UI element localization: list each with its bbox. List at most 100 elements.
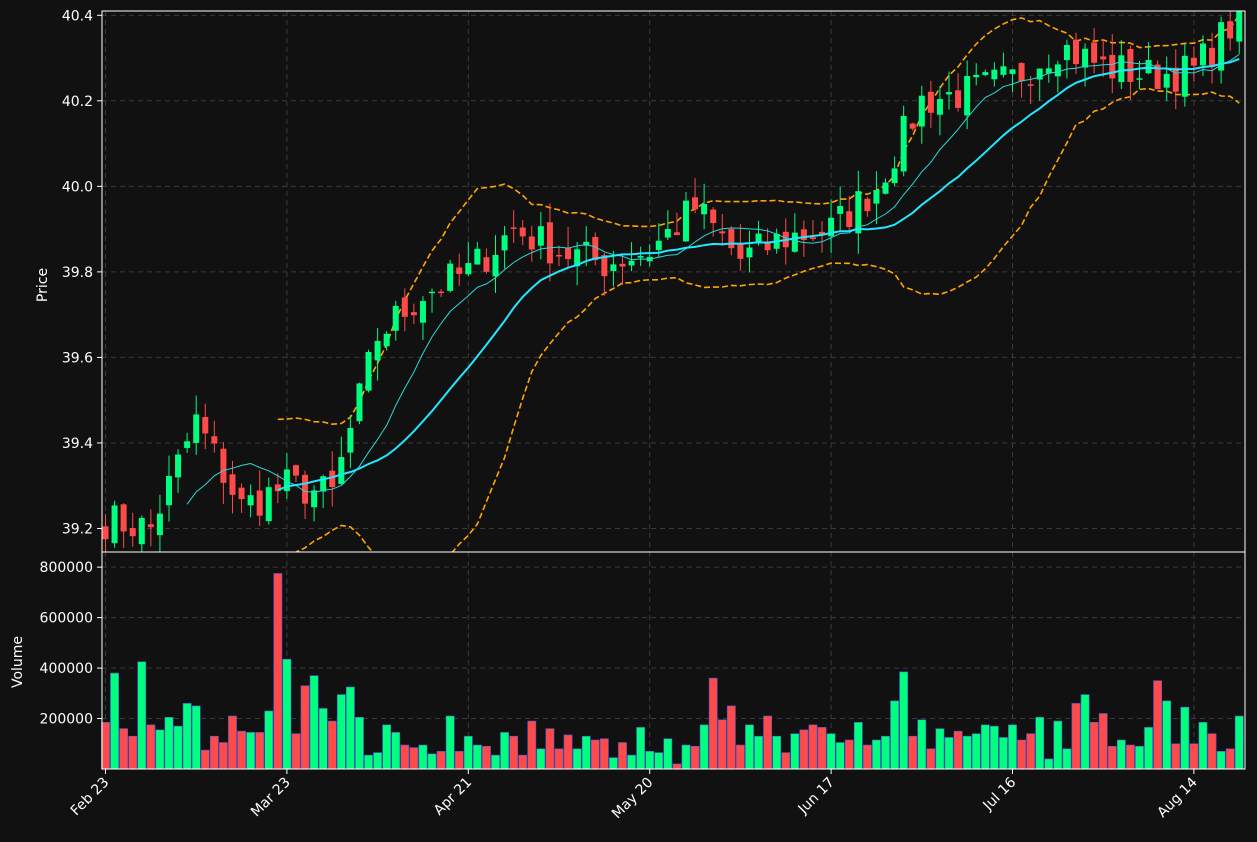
volume-bar (1225, 748, 1235, 770)
volume-bar (355, 716, 364, 770)
candle-body (1009, 69, 1016, 74)
volume-bar (862, 744, 872, 770)
volume-bar (745, 724, 754, 770)
candle-body (1082, 48, 1089, 68)
volume-bar (944, 737, 954, 770)
volume-bar (463, 735, 473, 770)
candle-body (129, 528, 136, 537)
candle-body (102, 526, 109, 540)
volume-axis-label: Volume (10, 636, 26, 688)
candle-body (193, 414, 200, 443)
volume-bar (1026, 733, 1036, 770)
volume-bar (246, 732, 256, 770)
candle-body (719, 231, 726, 234)
volume-bar (817, 727, 827, 770)
volume-bar (445, 715, 455, 770)
volume-bar (228, 715, 237, 770)
volume-bar (1089, 722, 1099, 770)
volume-bar (971, 733, 981, 770)
volume-bar (890, 700, 899, 770)
volume-bar (781, 752, 791, 770)
volume-bar (808, 724, 818, 770)
volume-bar (345, 686, 355, 770)
volume-bar (1044, 758, 1054, 770)
volume-bar (409, 747, 419, 770)
candle-body (1127, 49, 1134, 82)
candle-body (737, 244, 744, 259)
volume-bar (790, 733, 800, 770)
volume-bar (1234, 715, 1244, 770)
candle-body (483, 257, 490, 272)
candle-body (510, 227, 517, 229)
volume-bar (672, 763, 682, 770)
volume-bar (799, 729, 809, 770)
volume-bar (835, 742, 845, 770)
volume-bar (1162, 700, 1172, 770)
candle-body (456, 267, 463, 274)
candle-body (1136, 78, 1143, 80)
candle-body (120, 504, 127, 532)
volume-bar (518, 754, 528, 770)
candle-body (673, 232, 680, 236)
candle-body (383, 333, 390, 347)
candle-body (837, 206, 844, 214)
candle-body (247, 495, 254, 506)
volume-bar (872, 739, 881, 770)
volume-bar (300, 685, 310, 770)
volume-bar (146, 724, 156, 770)
volume-bar (853, 722, 863, 770)
volume-bar (454, 751, 464, 770)
candle-body (537, 226, 544, 246)
volume-bar (1198, 722, 1208, 770)
candle-body (410, 312, 417, 316)
volume-bar (772, 735, 782, 770)
price-ytick-label: 40.2 (62, 94, 93, 110)
volume-bar (681, 744, 691, 770)
price-ytick-label: 39.4 (62, 436, 93, 452)
candle-body (637, 255, 644, 258)
volume-bar (273, 573, 283, 770)
volume-bar (527, 720, 537, 770)
candle-body (1190, 57, 1197, 66)
volume-bar (636, 727, 646, 770)
volume-bar (1116, 739, 1126, 770)
candle-body (556, 254, 562, 257)
candle-body (809, 237, 816, 240)
candle-body (846, 211, 853, 227)
volume-bar (373, 752, 382, 770)
volume-bar (382, 724, 392, 770)
candle-body (447, 263, 454, 291)
candle-body (655, 240, 662, 251)
candle-body (619, 263, 626, 267)
price-axis-label: Price (35, 268, 51, 302)
volume-bar (953, 730, 963, 770)
price-ytick-label: 40.4 (62, 8, 93, 24)
candle-body (991, 69, 998, 80)
candle-body (1181, 55, 1188, 97)
candle-body (165, 476, 172, 506)
candle-body (746, 247, 753, 258)
candle-body (374, 340, 381, 361)
volume-bar (1062, 748, 1072, 770)
volume-bar (663, 738, 673, 770)
candle-body (728, 229, 735, 249)
volume-bar (209, 735, 219, 770)
candle-body (492, 254, 499, 277)
volume-bar (482, 745, 491, 770)
volume-bar (400, 744, 410, 770)
price-ytick-label: 39.2 (62, 521, 93, 537)
candle-body (329, 470, 336, 488)
candle-body (238, 487, 245, 500)
candle-body (356, 383, 363, 422)
candle-body (628, 260, 635, 266)
candle-body (1109, 54, 1116, 79)
candle-body (1145, 59, 1152, 74)
volume-bar (336, 694, 346, 770)
volume-bar (1098, 713, 1108, 770)
candle-body (392, 305, 399, 331)
candle-body (1100, 56, 1107, 60)
candle-body (365, 351, 372, 391)
price-ytick-label: 40.0 (62, 179, 93, 195)
candle-body (1118, 55, 1125, 83)
volume-bar (563, 734, 573, 770)
